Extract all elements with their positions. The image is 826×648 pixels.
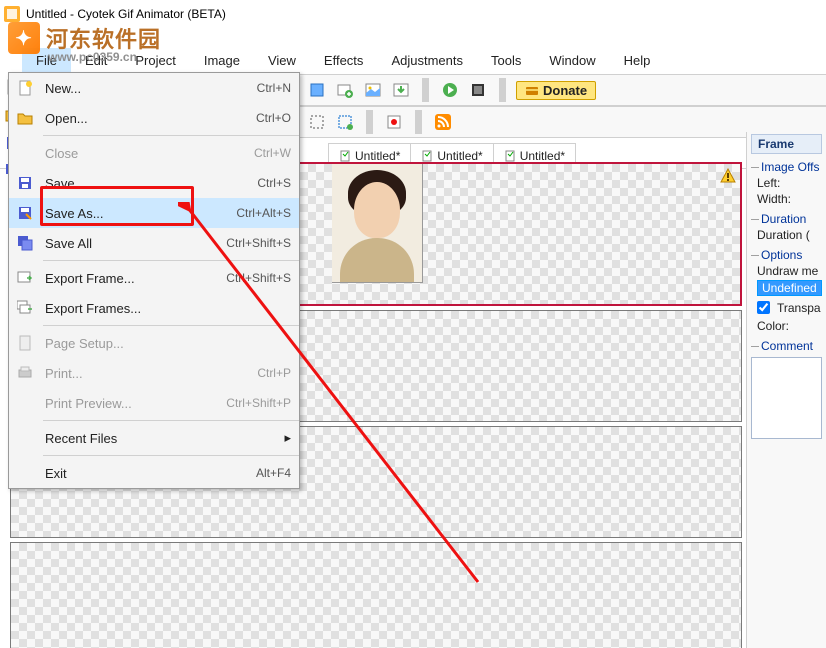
open-icon bbox=[9, 103, 41, 133]
menu-tools[interactable]: Tools bbox=[477, 48, 535, 74]
menuitem-export-frames[interactable]: Export Frames... bbox=[9, 293, 299, 323]
menuitem-print-preview: Print Preview...Ctrl+Shift+P bbox=[9, 388, 299, 418]
menuitem-label: Print Preview... bbox=[41, 396, 226, 411]
tool-play-icon[interactable] bbox=[439, 79, 461, 101]
tab-doc-icon bbox=[421, 150, 433, 162]
tab-doc-icon bbox=[339, 150, 351, 162]
menuitem-shortcut: Ctrl+W bbox=[254, 146, 291, 160]
menu-window[interactable]: Window bbox=[535, 48, 609, 74]
submenu-arrow-icon: ▸ bbox=[284, 430, 291, 446]
tool-import-icon[interactable] bbox=[390, 79, 412, 101]
menuitem-label: Print... bbox=[41, 366, 257, 381]
blank-icon bbox=[9, 423, 41, 453]
menu-view[interactable]: View bbox=[254, 48, 310, 74]
transparent-checkbox[interactable]: Transpa bbox=[753, 298, 822, 317]
undraw-method-select[interactable]: Undefined bbox=[757, 280, 822, 296]
menuitem-shortcut: Ctrl+P bbox=[257, 366, 291, 380]
saveas-icon bbox=[9, 198, 41, 228]
comment-textarea[interactable] bbox=[751, 357, 822, 439]
label-width: Width: bbox=[757, 192, 822, 206]
warning-icon bbox=[720, 168, 736, 184]
tool-crop-icon[interactable] bbox=[334, 111, 356, 133]
tool-rss-icon[interactable] bbox=[432, 111, 454, 133]
titlebar: Untitled - Cyotek Gif Animator (BETA) bbox=[0, 0, 826, 28]
menu-project[interactable]: Project bbox=[121, 48, 189, 74]
tool-add-frame-icon[interactable] bbox=[334, 79, 356, 101]
toolbar-1: Donate bbox=[300, 74, 826, 106]
group-duration: Duration bbox=[751, 212, 822, 226]
menuitem-label: Save All bbox=[41, 236, 226, 251]
blank-icon bbox=[9, 388, 41, 418]
tool-record-icon[interactable] bbox=[383, 111, 405, 133]
frame-panel: Frame Image Offs Left: Width: Duration D… bbox=[746, 132, 826, 648]
tool-select-icon[interactable] bbox=[306, 111, 328, 133]
menuitem-shortcut: Ctrl+Shift+S bbox=[226, 236, 291, 250]
tool-generic-icon[interactable] bbox=[306, 79, 328, 101]
save-icon bbox=[9, 168, 41, 198]
tool-image-icon[interactable] bbox=[362, 79, 384, 101]
menuitem-label: Save As... bbox=[41, 206, 236, 221]
menuitem-label: New... bbox=[41, 81, 257, 96]
menuitem-label: Open... bbox=[41, 111, 256, 126]
label-left: Left: bbox=[757, 176, 822, 190]
panel-header: Frame bbox=[751, 134, 822, 154]
menuitem-save[interactable]: SaveCtrl+S bbox=[9, 168, 299, 198]
app-icon bbox=[4, 6, 20, 22]
menu-help[interactable]: Help bbox=[610, 48, 665, 74]
menuitem-save-as[interactable]: Save As...Ctrl+Alt+S bbox=[9, 198, 299, 228]
menuitem-shortcut: Ctrl+O bbox=[256, 111, 291, 125]
menu-effects[interactable]: Effects bbox=[310, 48, 378, 74]
menuitem-shortcut: Ctrl+N bbox=[257, 81, 291, 95]
pagesetup-icon bbox=[9, 328, 41, 358]
menu-file[interactable]: File bbox=[22, 48, 71, 74]
group-comment: Comment bbox=[751, 339, 822, 353]
exportall-icon bbox=[9, 293, 41, 323]
menuitem-shortcut: Ctrl+Shift+P bbox=[226, 396, 291, 410]
menu-adjustments[interactable]: Adjustments bbox=[377, 48, 477, 74]
window-title: Untitled - Cyotek Gif Animator (BETA) bbox=[26, 7, 226, 21]
label-duration: Duration ( bbox=[757, 228, 822, 242]
frame-thumbnail bbox=[332, 164, 423, 283]
menu-edit[interactable]: Edit bbox=[71, 48, 121, 74]
menu-image[interactable]: Image bbox=[190, 48, 254, 74]
group-image-offsets: Image Offs bbox=[751, 160, 822, 174]
menuitem-save-all[interactable]: Save AllCtrl+Shift+S bbox=[9, 228, 299, 258]
saveall-icon bbox=[9, 228, 41, 258]
menuitem-shortcut: Ctrl+Shift+S bbox=[226, 271, 291, 285]
menuitem-label: Close bbox=[41, 146, 254, 161]
new-icon bbox=[9, 73, 41, 103]
label-undraw: Undraw me bbox=[757, 264, 822, 278]
menuitem-page-setup: Page Setup... bbox=[9, 328, 299, 358]
file-menu-dropdown: New...Ctrl+NOpen...Ctrl+OCloseCtrl+WSave… bbox=[8, 72, 300, 489]
menuitem-label: Save bbox=[41, 176, 257, 191]
print-icon bbox=[9, 358, 41, 388]
donate-button[interactable]: Donate bbox=[516, 81, 596, 100]
menuitem-label: Page Setup... bbox=[41, 336, 291, 351]
tool-film-icon[interactable] bbox=[467, 79, 489, 101]
export-icon bbox=[9, 263, 41, 293]
blank-icon bbox=[9, 458, 41, 488]
menuitem-label: Export Frames... bbox=[41, 301, 291, 316]
menuitem-close: CloseCtrl+W bbox=[9, 138, 299, 168]
menuitem-new[interactable]: New...Ctrl+N bbox=[9, 73, 299, 103]
menuitem-shortcut: Alt+F4 bbox=[256, 466, 291, 480]
label-color: Color: bbox=[757, 319, 822, 333]
menuitem-recent-files[interactable]: Recent Files▸ bbox=[9, 423, 299, 453]
menuitem-label: Export Frame... bbox=[41, 271, 226, 286]
menuitem-exit[interactable]: ExitAlt+F4 bbox=[9, 458, 299, 488]
tab-doc-icon bbox=[504, 150, 516, 162]
menuitem-shortcut: Ctrl+S bbox=[257, 176, 291, 190]
menuitem-export-frame[interactable]: Export Frame...Ctrl+Shift+S bbox=[9, 263, 299, 293]
menuitem-print: Print...Ctrl+P bbox=[9, 358, 299, 388]
menuitem-shortcut: Ctrl+Alt+S bbox=[236, 206, 291, 220]
menuitem-label: Exit bbox=[41, 466, 256, 481]
group-options: Options bbox=[751, 248, 822, 262]
donate-icon bbox=[525, 83, 539, 97]
frame-row[interactable] bbox=[10, 542, 742, 648]
blank-icon bbox=[9, 138, 41, 168]
menubar: File Edit Project Image View Effects Adj… bbox=[0, 48, 826, 74]
menuitem-open[interactable]: Open...Ctrl+O bbox=[9, 103, 299, 133]
menuitem-label: Recent Files bbox=[41, 431, 291, 446]
